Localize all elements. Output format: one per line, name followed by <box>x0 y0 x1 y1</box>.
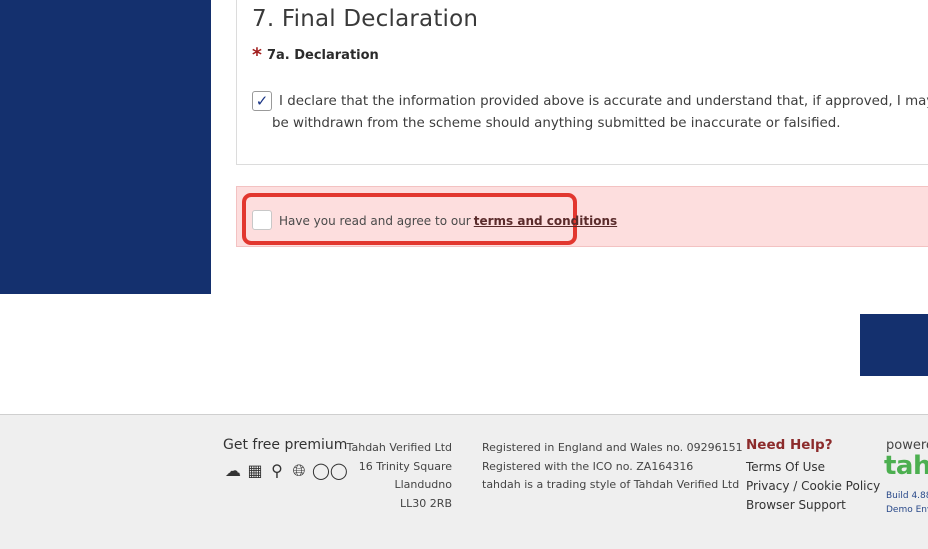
terms-checkbox[interactable] <box>252 210 272 230</box>
location-pin-icon: ⚲ <box>271 461 283 480</box>
declaration-checkbox[interactable]: ✓ <box>252 91 272 111</box>
calendar-icon: ▦ <box>247 461 263 480</box>
browser-support-link[interactable]: Browser Support <box>746 496 880 515</box>
left-sidebar <box>0 0 211 294</box>
build-info: Build 4.88 Demo Env <box>886 489 928 517</box>
checkmark-icon: ✓ <box>255 92 269 110</box>
registration-info: Registered in England and Wales no. 0929… <box>482 439 743 495</box>
address-line: Tahdah Verified Ltd <box>346 441 452 454</box>
premium-icons: ☁ ▦ ⚲ 🌐︎ ◯◯ <box>224 461 348 481</box>
globe-icon: 🌐︎ <box>292 461 306 480</box>
registration-line: Registered in England and Wales no. 0929… <box>482 441 743 454</box>
need-help-title: Need Help? <box>746 437 833 453</box>
terms-of-use-link[interactable]: Terms Of Use <box>746 458 880 477</box>
question-label: 7a. Declaration <box>266 48 379 63</box>
terms-and-conditions-link[interactable]: terms and conditions <box>474 214 617 228</box>
environment-label: Demo Env <box>886 505 928 515</box>
terms-prompt: Have you read and agree to our <box>279 214 471 228</box>
company-address: Tahdah Verified Ltd 16 Trinity Square Ll… <box>340 439 452 513</box>
continue-button[interactable] <box>860 314 928 376</box>
registration-line: tahdah is a trading style of Tahdah Veri… <box>482 478 740 492</box>
declaration-text: I declare that the information provided … <box>272 94 928 131</box>
question-label-row: * 7a. Declaration <box>252 46 379 65</box>
privacy-cookie-policy-link[interactable]: Privacy / Cookie Policy <box>746 477 880 496</box>
tahdah-logo[interactable]: tahd <box>884 451 928 481</box>
premium-label: Get free premium <box>223 437 348 453</box>
address-line: Llandudno <box>394 478 452 492</box>
address-line: 16 Trinity Square <box>358 459 452 473</box>
help-links: Terms Of Use Privacy / Cookie Policy Bro… <box>746 458 880 514</box>
glasses-icon: ◯◯ <box>312 461 348 480</box>
registration-line: Registered with the ICO no. ZA164316 <box>482 459 694 473</box>
terms-prompt-row: Have you read and agree to our terms and … <box>279 214 617 228</box>
required-marker: * <box>252 44 262 66</box>
address-line: LL30 2RB <box>400 496 452 510</box>
cloud-icon: ☁ <box>225 461 241 480</box>
section-title: 7. Final Declaration <box>252 6 479 32</box>
build-version: Build 4.88 <box>886 491 928 501</box>
